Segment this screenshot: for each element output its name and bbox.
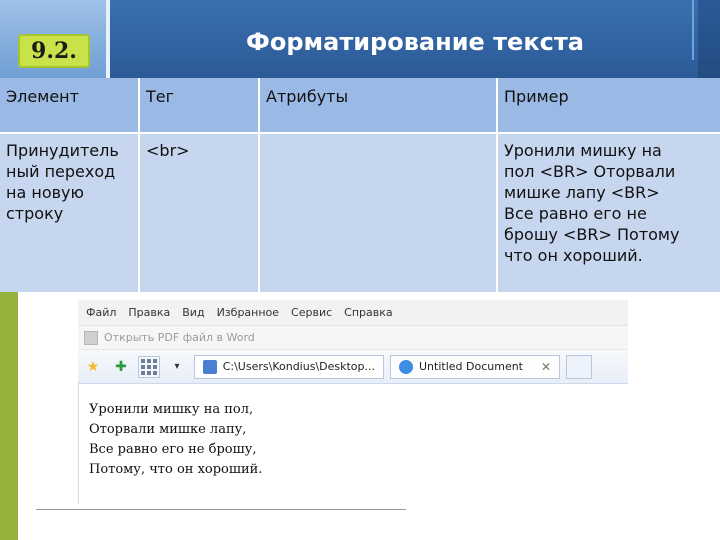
table-row: Принудитель ный переход на новую строку …: [0, 132, 720, 292]
format-table: Элемент Тег Атрибуты Пример Принудитель …: [0, 78, 720, 292]
grid-dot: [153, 364, 157, 369]
ie-page-icon: [399, 359, 413, 374]
tab-local-file[interactable]: C:\Users\Kondius\Desktop...: [194, 354, 384, 379]
header-attributes: Атрибуты: [266, 87, 349, 106]
pdf-toolbar: Открыть PDF файл в Word: [78, 326, 628, 350]
example-line: Все равно его не: [504, 204, 647, 223]
browser-screenshot: Файл Правка Вид Избранное Сервис Справка…: [78, 300, 629, 506]
left-accent-strip: [0, 292, 18, 540]
grid-dot: [153, 370, 157, 375]
example-line: что он хороший.: [504, 246, 643, 265]
tab-untitled-document[interactable]: Untitled Document ✕: [390, 354, 560, 379]
slide-number-badge: 9.2.: [18, 34, 90, 68]
page-content: Уронили мишку на пол, Оторвали мишке лап…: [78, 384, 629, 504]
menu-bar: Файл Правка Вид Избранное Сервис Справка: [78, 300, 628, 326]
menu-file[interactable]: Файл: [86, 306, 116, 319]
quick-tabs-icon[interactable]: [138, 355, 160, 378]
pdf-icon[interactable]: [84, 330, 98, 345]
add-favorite-icon[interactable]: ✚: [110, 356, 132, 378]
attributes-cell: [260, 132, 496, 292]
tab-list-dropdown-icon[interactable]: ▾: [166, 356, 188, 378]
header-element: Элемент: [6, 87, 79, 106]
example-line: Уронили мишку на: [504, 141, 662, 160]
element-line: строку: [6, 204, 64, 223]
text-line: Оторвали мишке лапу,: [89, 422, 247, 437]
footer-divider: [36, 509, 406, 510]
slide-title: Форматирование текста: [246, 28, 584, 56]
example-cell: Уронили мишку на пол <BR> Оторвали мишке…: [498, 132, 720, 292]
grid-dot: [141, 358, 145, 363]
header-frame-right: [692, 0, 720, 78]
element-line: на новую: [6, 183, 84, 202]
example-line: брошу <BR> Потому: [504, 225, 680, 244]
menu-tools[interactable]: Сервис: [291, 306, 332, 319]
menu-help[interactable]: Справка: [344, 306, 392, 319]
page-text: Уронили мишку на пол, Оторвали мишке лап…: [89, 400, 262, 480]
menu-edit[interactable]: Правка: [128, 306, 170, 319]
grid-dot: [141, 364, 145, 369]
text-line: Уронили мишку на пол,: [89, 402, 254, 417]
pdf-toolbar-label[interactable]: Открыть PDF файл в Word: [104, 331, 255, 344]
tab-bar: ★ ✚ ▾ C:\Users\Kondius\Desktop... Untitl…: [78, 350, 628, 384]
grid-dot: [147, 364, 151, 369]
grid-dot: [147, 358, 151, 363]
menu-favorites[interactable]: Избранное: [217, 306, 279, 319]
example-line: мишке лапу <BR>: [504, 183, 660, 202]
page-icon: [203, 359, 217, 374]
example-line: пол <BR> Оторвали: [504, 162, 676, 181]
close-icon[interactable]: ✕: [541, 360, 551, 374]
new-tab-button[interactable]: [566, 354, 592, 379]
grid-dot: [141, 370, 145, 375]
text-line: Все равно его не брошу,: [89, 442, 257, 457]
tab-label: C:\Users\Kondius\Desktop...: [222, 360, 375, 373]
menu-view[interactable]: Вид: [182, 306, 204, 319]
element-cell: Принудитель ный переход на новую строку: [0, 132, 138, 292]
element-line: Принудитель: [6, 141, 119, 160]
grid-dot: [153, 358, 157, 363]
tab-label: Untitled Document: [419, 360, 523, 373]
table-header-row: Элемент Тег Атрибуты Пример: [0, 78, 720, 132]
favorites-star-icon[interactable]: ★: [82, 356, 104, 378]
tag-cell: <br>: [146, 141, 190, 160]
header-example: Пример: [504, 87, 569, 106]
grid-dot: [147, 370, 151, 375]
text-line: Потому, что он хороший.: [89, 462, 263, 477]
slide-header: 9.2. Форматирование текста: [0, 0, 720, 78]
header-tag: Тег: [146, 87, 175, 106]
element-line: ный переход: [6, 162, 116, 181]
